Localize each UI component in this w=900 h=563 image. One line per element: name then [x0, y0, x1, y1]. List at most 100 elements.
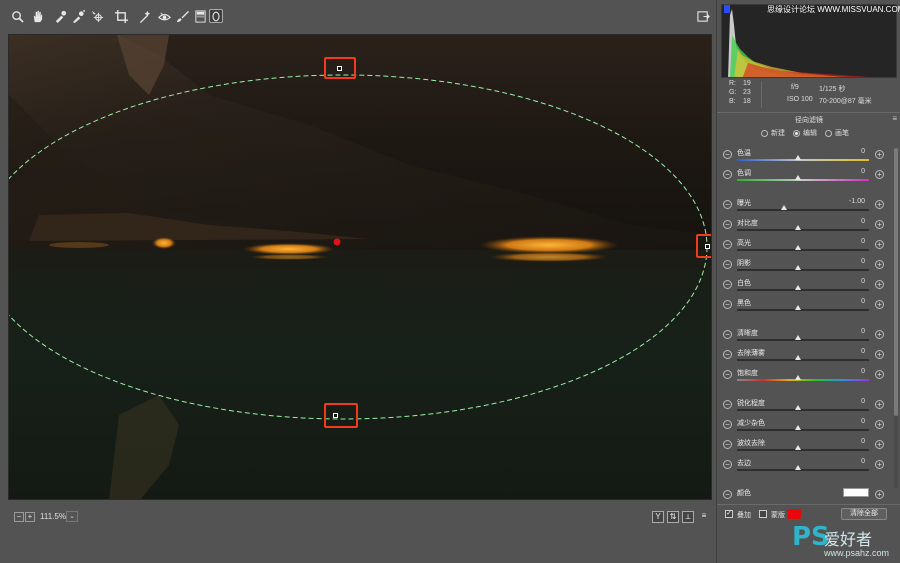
slider-plus-button[interactable]: + [875, 240, 884, 249]
radio-brush[interactable] [825, 129, 832, 137]
slider-thumb[interactable] [795, 305, 801, 310]
slider-value[interactable]: 0 [825, 418, 865, 425]
slider-value[interactable]: 0 [825, 278, 865, 285]
slider-value[interactable]: 0 [825, 438, 865, 445]
top-handle[interactable] [337, 66, 342, 71]
zoom-in-button[interactable]: + [25, 512, 35, 522]
slider-minus-button[interactable]: − [723, 150, 732, 159]
slider-minus-button[interactable]: − [723, 400, 732, 409]
slider-minus-button[interactable]: − [723, 420, 732, 429]
slider-track[interactable] [737, 359, 869, 361]
mode-edit[interactable]: 编辑 [793, 128, 817, 138]
slider-value[interactable]: -1.00 [825, 198, 865, 205]
slider-thumb[interactable] [795, 245, 801, 250]
slider-minus-button[interactable]: − [723, 330, 732, 339]
panel-scroll-thumb[interactable] [894, 148, 898, 416]
slider-value[interactable]: 0 [825, 148, 865, 155]
slider-minus-button[interactable]: − [723, 240, 732, 249]
slider-plus-button[interactable]: + [875, 220, 884, 229]
slider-thumb[interactable] [795, 155, 801, 160]
slider-minus-button[interactable]: − [723, 460, 732, 469]
slider-value[interactable]: 0 [825, 348, 865, 355]
mode-brush[interactable]: 画笔 [825, 128, 849, 138]
slider-minus-button[interactable]: − [723, 170, 732, 179]
slider-plus-button[interactable]: + [875, 370, 884, 379]
slider-thumb[interactable] [781, 205, 787, 210]
panel-scrollbar[interactable] [894, 148, 898, 488]
white-balance-icon[interactable] [53, 9, 67, 23]
slider-plus-button[interactable]: + [875, 170, 884, 179]
slider-minus-button[interactable]: − [723, 370, 732, 379]
slider-value[interactable]: 0 [825, 458, 865, 465]
slider-value[interactable]: 0 [825, 258, 865, 265]
radio-edit[interactable] [793, 129, 800, 137]
slider-minus-button[interactable]: − [723, 440, 732, 449]
slider-plus-button[interactable]: + [875, 260, 884, 269]
slider-track[interactable] [737, 429, 869, 431]
slider-plus-button[interactable]: + [875, 330, 884, 339]
spot-removal-icon[interactable] [138, 9, 152, 23]
slider-thumb[interactable] [795, 265, 801, 270]
slider-track[interactable] [737, 249, 869, 251]
right-handle[interactable] [705, 244, 710, 249]
slider-plus-button[interactable]: + [875, 420, 884, 429]
slider-thumb[interactable] [795, 375, 801, 380]
slider-plus-button[interactable]: + [875, 440, 884, 449]
image-canvas[interactable] [8, 34, 712, 500]
slider-track[interactable] [737, 409, 869, 411]
target-adjust-icon[interactable] [90, 9, 104, 23]
slider-track[interactable] [737, 449, 869, 451]
slider-plus-button[interactable]: + [875, 400, 884, 409]
mask-color-swatch[interactable] [787, 509, 801, 519]
copy-settings-button[interactable]: ⟂ [682, 511, 694, 523]
slider-value[interactable]: 0 [825, 168, 865, 175]
slider-value[interactable]: 0 [825, 238, 865, 245]
slider-minus-button[interactable]: − [723, 350, 732, 359]
slider-track[interactable] [737, 179, 869, 181]
slider-track[interactable] [737, 339, 869, 341]
slider-thumb[interactable] [795, 225, 801, 230]
slider-thumb[interactable] [795, 285, 801, 290]
slider-value[interactable]: 0 [825, 328, 865, 335]
slider-track[interactable] [737, 289, 869, 291]
slider-value[interactable]: 0 [825, 368, 865, 375]
slider-thumb[interactable] [795, 335, 801, 340]
view-toggle-button[interactable]: Y [652, 511, 664, 523]
slider-minus-button[interactable]: − [723, 220, 732, 229]
brush-icon[interactable] [175, 9, 189, 23]
slider-plus-button[interactable]: + [875, 280, 884, 289]
slider-value[interactable]: 0 [825, 398, 865, 405]
slider-thumb[interactable] [795, 445, 801, 450]
preview-settings-icon[interactable]: ≡ [698, 511, 710, 523]
slider-plus-button[interactable]: + [875, 460, 884, 469]
slider-thumb[interactable] [795, 465, 801, 470]
graduated-filter-icon[interactable] [193, 9, 207, 23]
crop-icon[interactable] [114, 9, 128, 23]
slider-minus-button[interactable]: − [723, 280, 732, 289]
slider-thumb[interactable] [795, 175, 801, 180]
slider-track[interactable] [737, 309, 869, 311]
slider-track[interactable] [737, 229, 869, 231]
color-minus-button[interactable]: − [723, 490, 732, 499]
color-sampler-icon[interactable] [71, 9, 85, 23]
panel-menu-icon[interactable]: ≡ [892, 114, 897, 123]
overlay-checkbox[interactable]: ✓ [725, 510, 733, 518]
slider-minus-button[interactable]: − [723, 200, 732, 209]
radio-new[interactable] [761, 129, 768, 137]
slider-minus-button[interactable]: − [723, 260, 732, 269]
color-plus-button[interactable]: + [875, 490, 884, 499]
red-eye-icon[interactable] [157, 9, 171, 23]
mode-new[interactable]: 新建 [761, 128, 785, 138]
slider-track[interactable] [737, 159, 869, 161]
slider-thumb[interactable] [795, 405, 801, 410]
slider-thumb[interactable] [795, 355, 801, 360]
zoom-out-button[interactable]: − [14, 512, 24, 522]
slider-plus-button[interactable]: + [875, 350, 884, 359]
slider-plus-button[interactable]: + [875, 150, 884, 159]
zoom-icon[interactable] [10, 9, 24, 23]
slider-minus-button[interactable]: − [723, 300, 732, 309]
slider-thumb[interactable] [795, 425, 801, 430]
mask-checkbox[interactable] [759, 510, 767, 518]
clear-all-button[interactable]: 清除全部 [841, 508, 887, 520]
hand-icon[interactable] [30, 9, 44, 23]
